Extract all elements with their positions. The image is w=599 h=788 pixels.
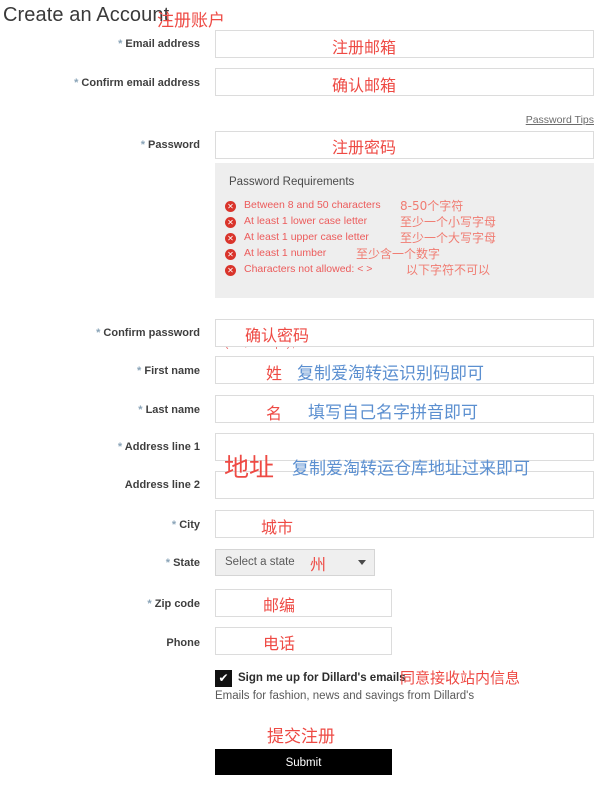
label-address-line-1: * Address line 1 <box>117 441 200 453</box>
chevron-down-icon <box>358 560 366 565</box>
label-confirm-password: * Confirm password <box>96 327 200 339</box>
required-asterisk: * <box>138 404 143 416</box>
email-signup-annotation: 同意接收站内信息 <box>400 669 521 687</box>
email-annotation: 注册邮箱 <box>332 38 397 57</box>
requirement-text: Characters not allowed: < > <box>244 263 373 275</box>
required-asterisk: * <box>171 519 177 531</box>
requirement-text: At least 1 upper case letter <box>244 231 369 243</box>
required-asterisk: * <box>117 441 123 453</box>
error-icon: ✕ <box>225 217 236 228</box>
phone-annotation: 电话 <box>263 634 296 653</box>
label-password: * Password <box>140 139 200 151</box>
password-input[interactable] <box>215 131 594 159</box>
state-select[interactable]: Select a state <box>215 549 375 576</box>
required-asterisk: * <box>118 38 123 50</box>
password-tips-link[interactable]: Password Tips <box>526 114 594 126</box>
submit-annotation: 提交注册 <box>267 727 335 747</box>
first-name-annotation-note: 复制爱淘转运识别码即可 <box>297 364 484 384</box>
password-annotation: 注册密码 <box>332 138 397 157</box>
zip-code-annotation: 邮编 <box>263 596 296 615</box>
requirement-annotation: 8-50个字符 <box>400 199 464 213</box>
requirement-annotation: 以下字符不可以 <box>406 263 491 277</box>
requirement-annotation: 至少一个大写字母 <box>400 231 497 245</box>
email-signup-subtext: Emails for fashion, news and savings fro… <box>215 690 475 702</box>
requirement-annotation: 至少含一个数字 <box>356 247 441 261</box>
label-zip-code: * Zip code <box>147 598 200 610</box>
address-annotation-note: 复制爱淘转运仓库地址过来即可 <box>292 459 530 479</box>
error-icon: ✕ <box>225 201 236 212</box>
confirm-email-annotation: 确认邮箱 <box>332 76 397 95</box>
requirement-text: At least 1 number <box>244 247 327 259</box>
page-title-annotation: 注册账户 <box>157 11 225 30</box>
error-icon: ✕ <box>225 233 236 244</box>
password-requirements-list: ✕ Between 8 and 50 characters 8-50个字符 ✕ … <box>225 199 590 350</box>
last-name-annotation-note: 填写自己名字拼音即可 <box>308 403 478 423</box>
required-asterisk: * <box>165 557 171 569</box>
confirm-password-annotation: 确认密码 <box>245 326 310 345</box>
label-confirm-email-address: * Confirm email address <box>74 77 200 89</box>
requirement-text: At least 1 lower case letter <box>244 215 368 227</box>
zip-code-input[interactable] <box>215 589 392 617</box>
required-asterisk: * <box>137 365 142 377</box>
required-asterisk: * <box>147 598 152 610</box>
required-asterisk: * <box>96 327 101 339</box>
city-annotation: 城市 <box>261 518 294 537</box>
password-requirements-panel: Password Requirements ✕ Between 8 and 50… <box>215 163 594 350</box>
label-address-line-2: Address line 2 <box>124 479 200 491</box>
page-title: Create an Account <box>3 4 170 26</box>
error-icon: ✕ <box>225 265 236 276</box>
label-last-name: * Last name <box>138 404 200 416</box>
password-requirements-title: Password Requirements <box>229 176 355 188</box>
requirement-annotation: 至少一个小写字母 <box>400 215 497 229</box>
requirement-row: ✕ Characters not allowed: < > 以下字符不可以 (#… <box>225 263 590 350</box>
label-first-name: * First name <box>137 365 200 377</box>
email-signup-checkbox[interactable]: ✔ <box>215 670 232 687</box>
address-annotation: 地址 <box>224 453 275 482</box>
email-signup-label[interactable]: Sign me up for Dillard's emails <box>238 672 406 684</box>
label-phone: Phone <box>166 637 200 649</box>
requirement-text: Between 8 and 50 characters <box>244 199 381 211</box>
confirm-email-input[interactable] <box>215 68 594 96</box>
required-asterisk: * <box>74 77 79 89</box>
check-icon: ✔ <box>218 671 229 685</box>
required-asterisk: * <box>140 139 145 151</box>
last-name-annotation: 名 <box>266 404 283 423</box>
error-icon: ✕ <box>225 249 236 260</box>
email-input[interactable] <box>215 30 594 58</box>
phone-input[interactable] <box>215 627 392 655</box>
first-name-annotation: 姓 <box>266 364 283 383</box>
state-annotation: 州 <box>310 555 327 574</box>
label-email-address: * Email address <box>118 38 200 50</box>
label-city: * City <box>171 519 200 531</box>
state-select-value: Select a state <box>225 556 295 568</box>
submit-button[interactable]: Submit <box>215 749 392 775</box>
label-state: * State <box>165 557 200 569</box>
